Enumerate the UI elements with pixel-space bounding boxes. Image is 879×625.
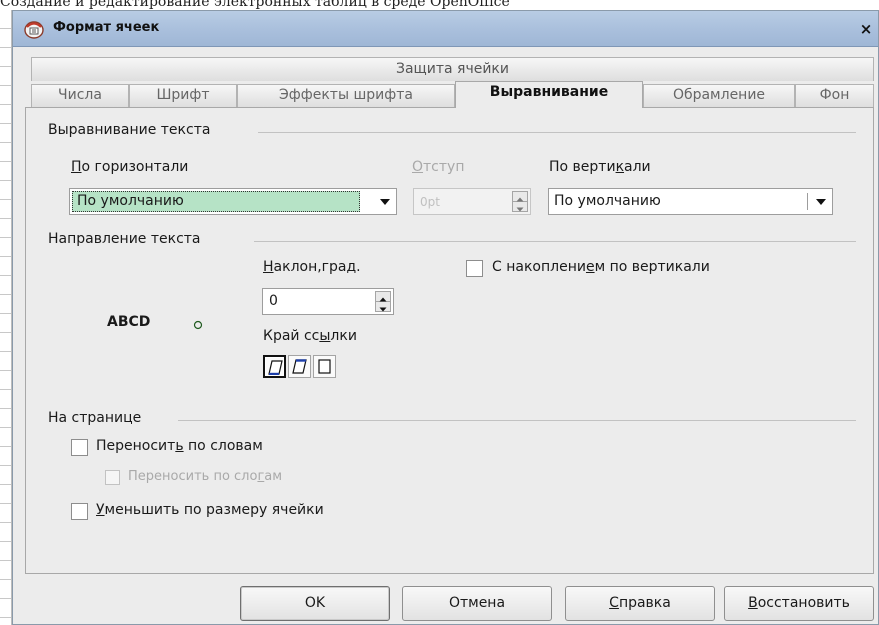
reference-edge-text: Край сс (263, 328, 320, 344)
tab-borders[interactable]: Обрамление (643, 84, 795, 107)
stacked-vertically-label: С накоплением по вертикали (492, 259, 710, 275)
spin-up-icon (513, 192, 527, 202)
indent-label: Отступ (412, 159, 464, 175)
stacked-vertically-checkbox[interactable] (466, 260, 483, 277)
spin-down-icon (513, 202, 527, 212)
section-on-page: На странице (48, 410, 148, 426)
stacked-text: С накоплени (492, 259, 586, 275)
angle-dial-icon[interactable] (193, 320, 203, 330)
help-text: правка (618, 595, 671, 611)
reset-text: осстановить (757, 595, 850, 611)
vertical-label-text: По верти (549, 159, 616, 175)
cancel-button[interactable]: Отмена (402, 586, 552, 621)
background-spreadsheet-rows (0, 10, 12, 625)
dropdown-arrow-icon (810, 189, 832, 214)
reset-mnemonic: В (748, 595, 758, 611)
app-icon (24, 21, 44, 39)
horizontal-select-value: По умолчанию (72, 191, 360, 212)
vertical-label-text-end: али (624, 159, 651, 175)
section-text-direction: Направление текста (48, 231, 207, 247)
horizontal-label-text: о горизонтали (81, 159, 189, 175)
horizontal-label: По горизонтали (71, 159, 188, 175)
stacked-text-mid: м (594, 259, 606, 275)
wrap-words-checkbox[interactable] (71, 439, 88, 456)
background-document-title: Создание и редактирование электронных та… (0, 0, 510, 10)
shrink-mnemonic: У (96, 502, 105, 518)
reference-edge-label: Край ссылки (263, 328, 357, 344)
section-divider (254, 241, 856, 242)
indent-value: 0pt (420, 195, 440, 209)
section-divider (178, 420, 856, 421)
indent-label-text: тступ (423, 159, 465, 175)
ref-edge-top-icon (292, 359, 307, 374)
vertical-select-value: По умолчанию (554, 193, 661, 209)
ok-button[interactable]: OK (240, 586, 390, 621)
tab-row: Числа Шрифт Эффекты шрифта Выравнивание … (31, 81, 874, 108)
hyphenation-label: Переносить по слогам (128, 469, 282, 484)
indent-label-mnemonic: О (412, 159, 424, 175)
vertical-label: По вертикали (549, 159, 651, 175)
tab-numbers[interactable]: Числа (31, 84, 129, 107)
section-text-alignment: Выравнивание текста (48, 122, 217, 138)
vertical-select[interactable]: По умолчанию (548, 188, 833, 215)
format-cells-dialog: Формат ячеек × Защита ячейки Числа Шрифт… (12, 10, 879, 625)
reference-edge-mnemonic: ы (319, 328, 331, 344)
hyph-text: Переносить по сло (128, 469, 258, 484)
spin-up-icon (376, 292, 390, 302)
wrap-text-end: по словам (183, 438, 263, 454)
indent-spinner[interactable]: 0pt (413, 188, 531, 215)
wrap-words-label: Переносить по словам (96, 438, 263, 454)
stacked-mnemonic: е (585, 259, 595, 275)
ref-edge-cell-icon (318, 359, 331, 374)
combo-separator (807, 193, 808, 210)
ref-edge-cell-button[interactable] (313, 355, 336, 378)
tab-font-effects[interactable]: Эффекты шрифта (237, 84, 455, 107)
alignment-panel: Выравнивание текста По горизонтали По ум… (25, 107, 874, 574)
horizontal-label-mnemonic: П (71, 159, 82, 175)
tab-alignment[interactable]: Выравнивание (455, 81, 643, 108)
close-icon: × (859, 20, 873, 38)
reset-button[interactable]: Восстановить (724, 586, 874, 621)
hyph-text-end: ам (264, 469, 283, 484)
reference-edge-text-end: лки (330, 328, 357, 344)
tab-cell-protection[interactable]: Защита ячейки (31, 57, 874, 81)
close-button[interactable]: × (858, 20, 874, 38)
ref-edge-top-button[interactable] (288, 355, 311, 378)
titlebar: Формат ячеек × (13, 11, 878, 47)
shrink-to-fit-label: Уменьшить по размеру ячейки (96, 502, 324, 518)
orientation-preview-text: ABCD (107, 314, 151, 330)
section-divider (258, 132, 856, 133)
angle-label-text: аклон,град. (273, 259, 361, 275)
horizontal-select[interactable]: По умолчанию (69, 188, 397, 215)
indent-spin-buttons[interactable] (512, 191, 528, 212)
shrink-to-fit-checkbox[interactable] (71, 503, 88, 520)
ref-edge-bottom-button[interactable] (263, 355, 286, 378)
dialog-title: Формат ячеек (53, 20, 160, 35)
help-button[interactable]: Справка (565, 586, 715, 621)
shrink-text: меньшить по размеру ячейки (104, 502, 324, 518)
help-mnemonic: С (609, 595, 619, 611)
ref-edge-bottom-icon (268, 360, 283, 375)
angle-label-mnemonic: Н (263, 259, 274, 275)
wrap-text: Переносит (96, 438, 176, 454)
angle-value: 0 (269, 293, 278, 309)
stacked-text-end: по вертикали (605, 259, 710, 275)
spin-down-icon (376, 302, 390, 312)
tab-background[interactable]: Фон (795, 84, 874, 107)
tab-font[interactable]: Шрифт (129, 84, 237, 107)
angle-label: Наклон,град. (263, 259, 361, 275)
angle-spinner[interactable]: 0 (262, 288, 394, 315)
angle-spin-buttons[interactable] (375, 291, 391, 312)
wrap-mnemonic: ь (175, 438, 184, 454)
dropdown-arrow-icon (374, 189, 396, 214)
hyphenation-checkbox[interactable] (105, 470, 120, 485)
vertical-label-mnemonic: к (615, 159, 625, 175)
